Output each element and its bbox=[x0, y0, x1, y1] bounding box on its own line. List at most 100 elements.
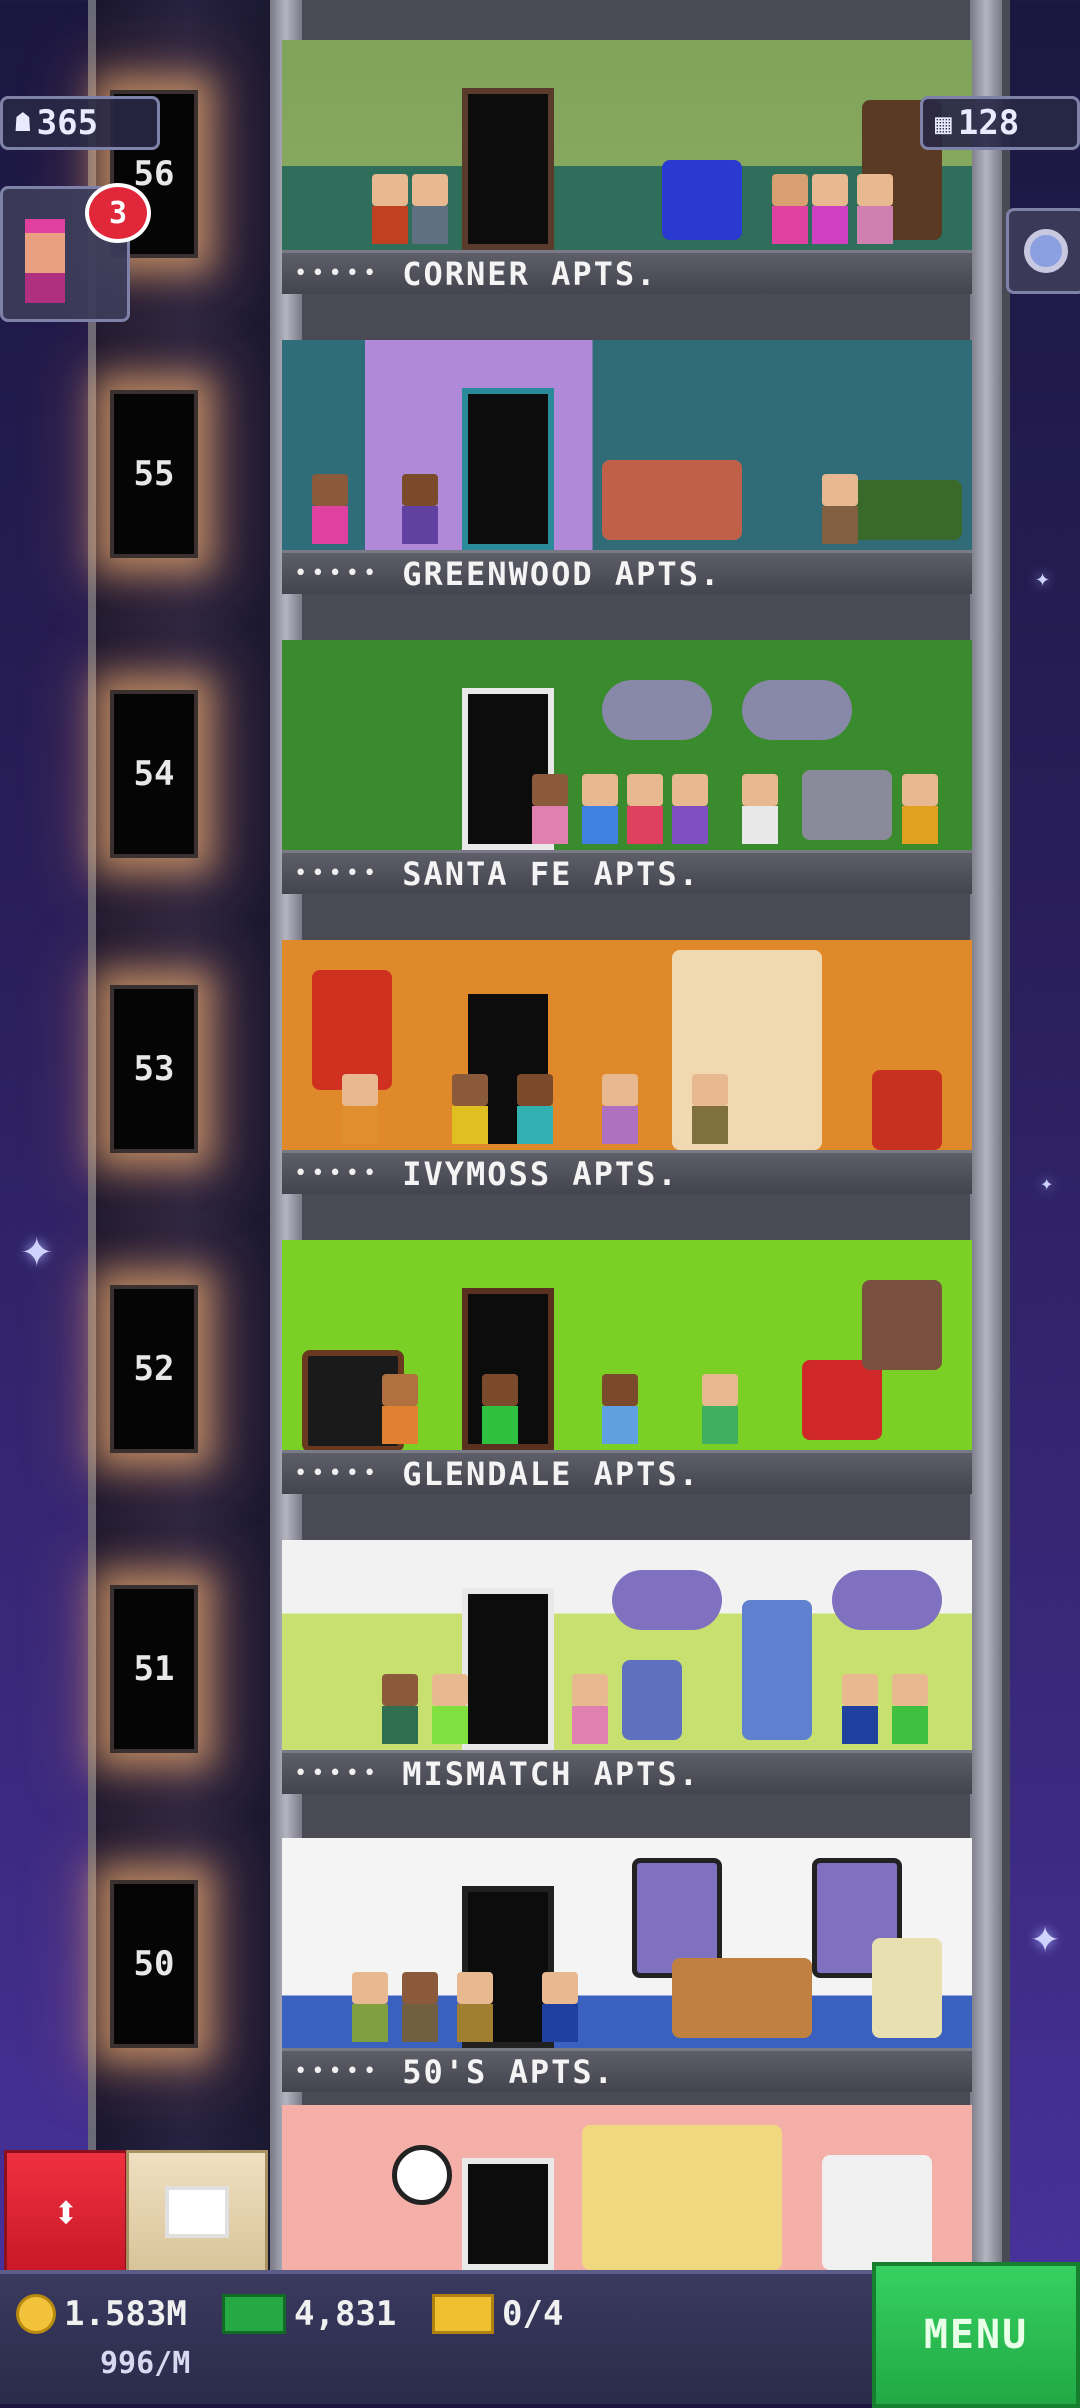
room-door bbox=[462, 2158, 554, 2270]
visitor-button[interactable]: 3 bbox=[0, 183, 151, 322]
resident[interactable] bbox=[672, 774, 708, 844]
floor-52[interactable]: ••••• GLENDALE APTS. bbox=[282, 1240, 972, 1500]
fridge bbox=[742, 1600, 812, 1740]
floor-name: CORNER APTS. bbox=[402, 254, 658, 293]
bux-value: 4,831 bbox=[294, 2294, 397, 2334]
resident[interactable] bbox=[857, 174, 893, 244]
resident[interactable] bbox=[572, 1674, 608, 1744]
floor-55[interactable]: ••••• GREENWOOD APTS. bbox=[282, 340, 972, 600]
resident[interactable] bbox=[342, 1074, 378, 1144]
resident[interactable] bbox=[692, 1074, 728, 1144]
occupancy-dots: ••••• bbox=[294, 561, 381, 586]
resident[interactable] bbox=[542, 1972, 578, 2042]
bed bbox=[602, 460, 742, 540]
person-icon: ☗ bbox=[15, 108, 31, 138]
tickets-value: 0/4 bbox=[502, 2294, 564, 2334]
elevator-floor-53[interactable]: 53 bbox=[110, 985, 198, 1153]
floor-name: SANTA FE APTS. bbox=[402, 854, 700, 893]
fireplace bbox=[822, 2155, 932, 2270]
resident[interactable] bbox=[382, 1374, 418, 1444]
resident[interactable] bbox=[582, 774, 618, 844]
floor-nameplate: ••••• IVYMOSS APTS. bbox=[282, 1150, 972, 1194]
up-down-arrows-icon: ⬍ bbox=[52, 2185, 80, 2239]
floor-51[interactable]: ••••• MISMATCH APTS. bbox=[282, 1540, 972, 1800]
floor-53[interactable]: ••••• IVYMOSS APTS. bbox=[282, 940, 972, 1200]
elevator-floor-55[interactable]: 55 bbox=[110, 390, 198, 558]
room-interior bbox=[282, 1240, 972, 1452]
red-chair bbox=[872, 1070, 942, 1150]
floor-nameplate: ••••• 50'S APTS. bbox=[282, 2048, 972, 2092]
elevator-floor-50[interactable]: 50 bbox=[110, 1880, 198, 2048]
elevator-floor-52[interactable]: 52 bbox=[110, 1285, 198, 1453]
floor-name: 50'S APTS. bbox=[402, 2052, 615, 2091]
bux-display[interactable]: 4,831 bbox=[222, 2294, 396, 2334]
star-decoration: ✦ bbox=[1030, 1920, 1061, 1961]
resident[interactable] bbox=[532, 774, 568, 844]
bux-icon bbox=[222, 2294, 286, 2334]
resident[interactable] bbox=[842, 1674, 878, 1744]
storage-box-button[interactable] bbox=[126, 2150, 268, 2274]
notification-badge: 3 bbox=[85, 183, 151, 243]
population-value: 365 bbox=[36, 103, 99, 143]
resident[interactable] bbox=[402, 1972, 438, 2042]
tower-building: ••••• CORNER APTS. ••••• GREENWOOD APTS. bbox=[270, 0, 1010, 2270]
resident[interactable] bbox=[602, 1374, 638, 1444]
occupancy-dots: ••••• bbox=[294, 1161, 381, 1186]
resident[interactable] bbox=[892, 1674, 928, 1744]
population-counter[interactable]: ☗ 365 bbox=[0, 96, 160, 150]
resident[interactable] bbox=[372, 174, 408, 244]
resident[interactable] bbox=[702, 1374, 738, 1444]
coin-rate-value: 996/M bbox=[100, 2346, 191, 2381]
room-door bbox=[462, 388, 554, 550]
elevator-floor-54[interactable]: 54 bbox=[110, 690, 198, 858]
couch bbox=[672, 1958, 812, 2038]
resident[interactable] bbox=[457, 1972, 493, 2042]
search-button[interactable] bbox=[1006, 208, 1080, 294]
room-interior bbox=[282, 2105, 972, 2270]
resident[interactable] bbox=[312, 474, 348, 544]
resident[interactable] bbox=[352, 1972, 388, 2042]
resident[interactable] bbox=[412, 174, 448, 244]
floor-nameplate: ••••• CORNER APTS. bbox=[282, 250, 972, 294]
resident[interactable] bbox=[517, 1074, 553, 1144]
resident[interactable] bbox=[452, 1074, 488, 1144]
resident[interactable] bbox=[627, 774, 663, 844]
floor-50[interactable]: ••••• 50'S APTS. bbox=[282, 1838, 972, 2098]
coin-rate: 996/M bbox=[100, 2346, 190, 2381]
kitchen-cabinets bbox=[582, 2125, 782, 2270]
room-door bbox=[462, 1588, 554, 1750]
floor-counter[interactable]: ▦ 128 bbox=[920, 96, 1080, 150]
elevator-floor-label: 54 bbox=[133, 754, 175, 794]
resident[interactable] bbox=[742, 774, 778, 844]
occupancy-dots: ••••• bbox=[294, 1761, 381, 1786]
floor-nameplate: ••••• GREENWOOD APTS. bbox=[282, 550, 972, 594]
star-decoration: ✦ bbox=[20, 1230, 54, 1276]
tickets-display[interactable]: 0/4 bbox=[432, 2294, 563, 2334]
resident[interactable] bbox=[812, 174, 848, 244]
menu-button[interactable]: MENU bbox=[872, 2262, 1080, 2408]
floor-name: GLENDALE APTS. bbox=[402, 1454, 700, 1493]
floor-56[interactable]: ••••• CORNER APTS. bbox=[282, 40, 972, 300]
ticket-icon bbox=[432, 2294, 494, 2334]
coins-display[interactable]: 1.583M bbox=[16, 2294, 187, 2334]
elevator-floor-label: 56 bbox=[133, 154, 175, 194]
resident[interactable] bbox=[482, 1374, 518, 1444]
room-interior bbox=[282, 940, 972, 1150]
floor-nameplate: ••••• GLENDALE APTS. bbox=[282, 1450, 972, 1494]
floor-49[interactable] bbox=[282, 2105, 972, 2270]
resident[interactable] bbox=[602, 1074, 638, 1144]
resident[interactable] bbox=[432, 1674, 468, 1744]
resident[interactable] bbox=[822, 474, 858, 544]
resident[interactable] bbox=[402, 474, 438, 544]
oval-window bbox=[742, 680, 852, 740]
oval-window bbox=[832, 1570, 942, 1630]
floor-54[interactable]: ••••• SANTA FE APTS. bbox=[282, 640, 972, 900]
computer-desk bbox=[802, 770, 892, 840]
resident[interactable] bbox=[382, 1674, 418, 1744]
elevator-floor-51[interactable]: 51 bbox=[110, 1585, 198, 1753]
elevator-toggle-button[interactable]: ⬍ bbox=[4, 2150, 128, 2274]
resident[interactable] bbox=[772, 174, 808, 244]
elevator-floor-label: 52 bbox=[133, 1349, 175, 1389]
coin-icon bbox=[16, 2294, 56, 2334]
resident[interactable] bbox=[902, 774, 938, 844]
